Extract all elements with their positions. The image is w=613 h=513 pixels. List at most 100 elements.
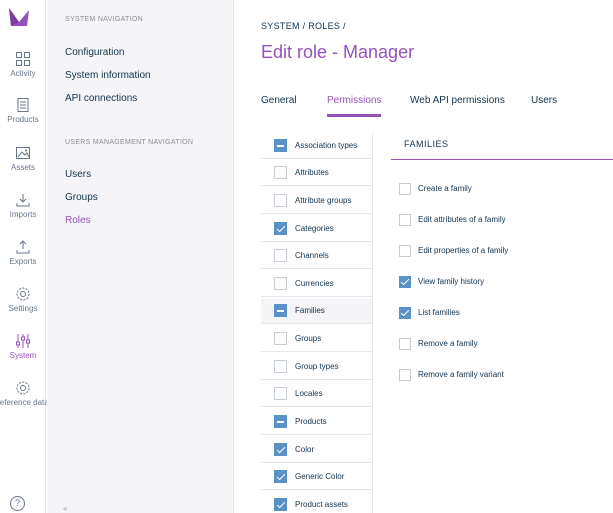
permission-group-locales[interactable]: Locales [261,381,372,407]
exports-icon [16,240,30,254]
rail-item-label: Assets [10,163,35,172]
rail-item-system[interactable]: System [0,333,46,360]
rail-item-label: System [9,351,37,360]
products-icon [17,98,29,112]
permission-group-checkbox[interactable] [274,194,287,207]
permission-group-label: Product assets [295,500,348,509]
rail-item-label: Activity [10,69,36,78]
permission-group-label: Groups [295,334,322,343]
permission-group-attribute-groups[interactable]: Attribute groups [261,188,372,214]
activity-icon [16,52,30,66]
permission-group-label: Channels [295,251,329,260]
tab-general[interactable]: General [261,95,297,114]
detail-title: FAMILIES [404,139,449,149]
acl-checkbox[interactable] [399,307,411,319]
permission-group-group-types[interactable]: Group types [261,354,372,380]
acl-label: Edit attributes of a family [418,215,506,224]
permission-group-checkbox[interactable] [274,304,287,317]
acl-checkbox[interactable] [399,245,411,257]
tab-users[interactable]: Users [531,95,557,114]
permission-group-label: Categories [295,224,334,233]
system-navigation-title: SYSTEM NAVIGATION [65,16,143,23]
rail-item-reference-data[interactable]: Reference data [0,380,49,407]
rail-item-label: Exports [9,257,37,266]
subnav-link-roles[interactable]: Roles [65,215,91,226]
permission-group-label: Association types [295,141,358,150]
acl-label: List families [418,308,460,317]
subnav-link-api-connections[interactable]: API connections [65,93,137,104]
reference-data-icon [16,381,30,395]
rail-item-products[interactable]: Products [0,97,46,124]
assets-icon [16,147,30,159]
detail-title-underline [391,159,613,160]
rail-item-label: Settings [8,304,38,313]
permission-group-label: Products [295,417,327,426]
permission-group-attributes[interactable]: Attributes [261,160,372,186]
permission-group-label: Color [295,445,315,454]
permission-group-product-assets[interactable]: Product assets [261,492,372,513]
acl-label: Create a family [418,184,472,193]
permission-group-checkbox[interactable] [274,360,287,373]
permission-group-currencies[interactable]: Currencies [261,271,372,297]
permission-group-families[interactable]: Families [261,298,372,324]
permission-group-groups[interactable]: Groups [261,326,372,352]
permission-group-label: Group types [295,362,339,371]
breadcrumb[interactable]: SYSTEM / ROLES / [261,21,346,31]
acl-checkbox[interactable] [399,369,411,381]
permission-group-label: Currencies [295,279,334,288]
permission-group-products[interactable]: Products [261,409,372,435]
system-icon [16,334,30,348]
permission-group-label: Locales [295,389,323,398]
permission-group-generic-color[interactable]: Generic Color [261,464,372,490]
permission-group-label: Families [295,306,325,315]
acl-label: View family history [418,277,485,286]
permission-group-checkbox[interactable] [274,139,287,152]
acl-checkbox[interactable] [399,183,411,195]
main-menu-rail: Activity Products Assets Imports Exports… [0,0,49,513]
settings-icon [16,287,30,301]
acl-checkbox[interactable] [399,276,411,288]
subnav-link-configuration[interactable]: Configuration [65,47,124,58]
help-icon[interactable]: ? [10,496,25,511]
subnav-link-system-information[interactable]: System information [65,70,151,81]
permission-group-checkbox[interactable] [274,332,287,345]
rail-item-label: Products [7,115,39,124]
main-content: SYSTEM / ROLES / Edit role - Manager Gen… [234,0,613,513]
subnav-link-groups[interactable]: Groups [65,192,98,203]
rail-item-exports[interactable]: Exports [0,239,46,266]
acl-label: Edit properties of a family [418,246,509,255]
permission-group-label: Attributes [295,168,329,177]
permission-group-checkbox[interactable] [274,166,287,179]
acl-checkbox[interactable] [399,214,411,226]
permission-group-checkbox[interactable] [274,387,287,400]
permission-group-association-types[interactable]: Association types [261,133,372,159]
tab-web-api-permissions[interactable]: Web API permissions [410,95,505,114]
users-management-navigation-title: USERS MANAGEMENT NAVIGATION [65,139,194,146]
rail-item-settings[interactable]: Settings [0,286,46,313]
permission-group-checkbox[interactable] [274,443,287,456]
secondary-navigation: SYSTEM NAVIGATION Configuration System i… [47,0,234,513]
permission-group-checkbox[interactable] [274,415,287,428]
rail-item-activity[interactable]: Activity [0,51,46,78]
column-divider [372,133,373,513]
collapse-panel-icon[interactable]: « [63,504,67,513]
permission-group-checkbox[interactable] [274,277,287,290]
akeneo-logo-icon[interactable] [7,6,31,28]
rail-item-imports[interactable]: Imports [0,192,46,219]
tab-permissions[interactable]: Permissions [327,95,382,117]
tab-bar: General Permissions Web API permissions … [261,95,613,117]
permission-group-channels[interactable]: Channels [261,243,372,269]
permission-group-color[interactable]: Color [261,437,372,463]
permission-group-checkbox[interactable] [274,498,287,511]
permission-group-checkbox[interactable] [274,222,287,235]
rail-item-assets[interactable]: Assets [0,145,46,172]
permission-group-categories[interactable]: Categories [261,216,372,242]
permission-group-label: Attribute groups [295,196,352,205]
acl-checkbox[interactable] [399,338,411,350]
rail-item-label: Imports [9,210,37,219]
permission-group-checkbox[interactable] [274,249,287,262]
acl-label: Remove a family variant [418,370,504,379]
permission-group-checkbox[interactable] [274,470,287,483]
rail-item-label: Reference data [0,398,49,407]
subnav-link-users[interactable]: Users [65,169,91,180]
